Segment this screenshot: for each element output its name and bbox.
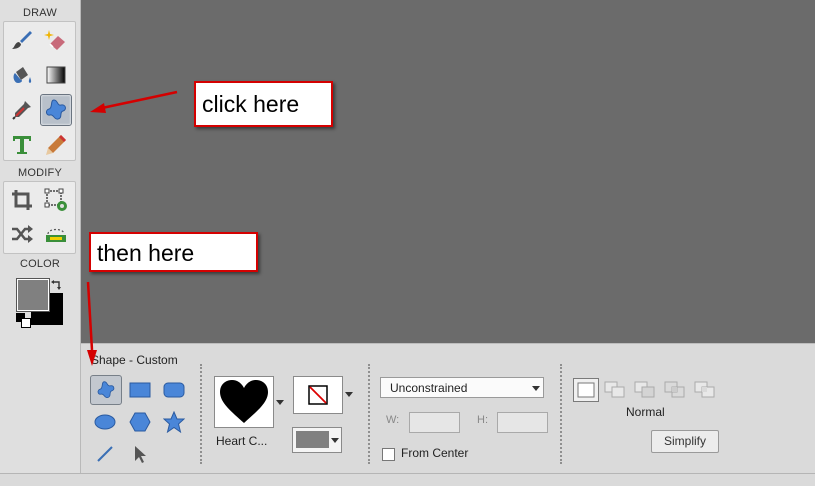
- callout-click-here: click here: [194, 81, 333, 127]
- arrow-head-icon: [90, 103, 106, 113]
- arrow-to-shape-tool: [101, 90, 178, 110]
- arrow-to-shape-button: [86, 281, 94, 351]
- arrow-head-icon: [87, 350, 97, 366]
- callout-then-here: then here: [89, 232, 258, 272]
